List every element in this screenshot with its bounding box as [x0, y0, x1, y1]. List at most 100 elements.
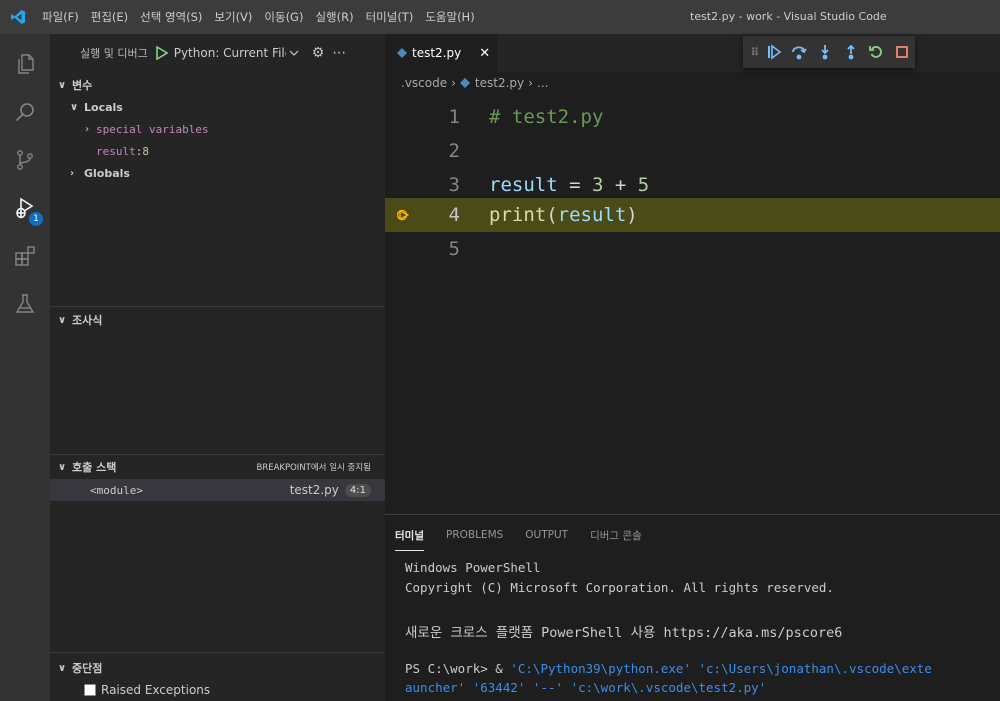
- raised-exceptions-label: Raised Exceptions: [101, 683, 211, 697]
- drag-handle-icon[interactable]: ⠿: [749, 39, 761, 65]
- menu-edit[interactable]: 편집(E): [85, 0, 134, 34]
- terminal-line: Windows PowerShell: [405, 560, 541, 575]
- locals-label: Locals: [84, 100, 123, 114]
- frame-file: test2.py: [289, 483, 339, 497]
- code-function: print: [489, 204, 547, 226]
- editor-tabs: test2.py ✕ ⠿: [385, 34, 1000, 72]
- vscode-logo-icon[interactable]: [0, 0, 36, 34]
- code-operator: =: [557, 174, 592, 196]
- variable-name: result: [96, 144, 136, 158]
- breakpoints-section-header[interactable]: ∨ 중단점: [50, 657, 385, 679]
- step-over-icon[interactable]: [787, 39, 813, 65]
- menu-run[interactable]: 실행(R): [309, 0, 359, 34]
- chevron-right-icon: ›: [528, 76, 533, 90]
- watch-section-header[interactable]: ∨ 조사식: [50, 309, 385, 331]
- call-stack-status: BREAKPOINT에서 일시 중지됨: [256, 463, 371, 473]
- editor-area: test2.py ✕ ⠿ .vscode › test2.py › ... 1 …: [385, 34, 1000, 514]
- watch-header-label: 조사식: [72, 314, 103, 327]
- line-number: 4: [448, 204, 460, 226]
- menu-help[interactable]: 도움말(H): [419, 0, 480, 34]
- chevron-down-icon: [289, 50, 299, 56]
- terminal-prompt: PS C:\work> &: [405, 661, 511, 676]
- restart-icon[interactable]: [864, 39, 890, 65]
- run-debug-header: 실행 및 디버그 Python: Current File ⚙ ⋯: [50, 34, 385, 72]
- menu-go[interactable]: 이동(G): [258, 0, 309, 34]
- breadcrumb-file[interactable]: test2.py: [475, 76, 524, 90]
- current-execution-line[interactable]: 4 print(result): [385, 198, 1000, 232]
- raised-exceptions-checkbox[interactable]: [84, 684, 96, 696]
- continue-icon[interactable]: [761, 39, 787, 65]
- run-debug-icon[interactable]: 1: [0, 184, 50, 232]
- variable-value: 8: [142, 144, 149, 158]
- terminal-line: Copyright (C) Microsoft Corporation. All…: [405, 580, 834, 595]
- chevron-down-icon: ∨: [57, 662, 67, 674]
- code-paren: ): [626, 204, 638, 226]
- breadcrumb-folder[interactable]: .vscode: [401, 76, 447, 90]
- tab-debug-console[interactable]: 디버그 콘솔: [590, 522, 642, 549]
- menu-file[interactable]: 파일(F): [36, 0, 85, 34]
- debug-badge: 1: [29, 212, 43, 226]
- code-line[interactable]: 1 # test2.py: [385, 100, 1000, 134]
- chevron-down-icon: ∨: [57, 79, 67, 91]
- debug-config-select[interactable]: Python: Current File: [174, 46, 304, 60]
- chevron-right-icon: ›: [70, 167, 75, 179]
- testing-icon[interactable]: [0, 280, 50, 328]
- python-file-icon: [459, 78, 470, 88]
- gear-icon[interactable]: ⚙: [312, 45, 325, 61]
- line-number: 3: [448, 174, 460, 196]
- special-variables-label: special variables: [96, 122, 209, 136]
- tab-problems[interactable]: PROBLEMS: [446, 523, 503, 547]
- menu-terminal[interactable]: 터미널(T): [360, 0, 420, 34]
- special-variables-row[interactable]: › special variables: [50, 118, 385, 140]
- line-number: 5: [448, 238, 460, 260]
- tab-terminal[interactable]: 터미널: [395, 522, 424, 551]
- terminal-line: 새로운 크로스 플랫폼 PowerShell 사용 https://aka.ms…: [405, 625, 843, 641]
- section-divider: [50, 652, 385, 653]
- code-operator: +: [603, 174, 638, 196]
- chevron-down-icon: ∨: [57, 461, 67, 473]
- code-line[interactable]: 5: [385, 232, 1000, 266]
- debug-toolbar: ⠿: [743, 36, 915, 68]
- breakpoint-arrow-icon[interactable]: [397, 208, 411, 222]
- window-title: test2.py - work - Visual Studio Code: [690, 10, 887, 23]
- tab-test2-py[interactable]: test2.py ✕: [385, 34, 497, 72]
- debug-sidebar: 실행 및 디버그 Python: Current File ⚙ ⋯ ∨ 변수 ∨…: [50, 34, 385, 701]
- raised-exceptions-row[interactable]: Raised Exceptions: [50, 679, 385, 701]
- code-variable: result: [489, 174, 558, 196]
- frame-name: <module>: [90, 483, 143, 497]
- variables-section-header[interactable]: ∨ 변수: [50, 74, 385, 96]
- more-actions-icon[interactable]: ⋯: [332, 45, 346, 61]
- tab-label: test2.py: [412, 46, 462, 60]
- extensions-icon[interactable]: [0, 232, 50, 280]
- source-control-icon[interactable]: [0, 136, 50, 184]
- locals-scope[interactable]: ∨ Locals: [50, 96, 385, 118]
- python-file-icon: [397, 48, 407, 58]
- terminal-command-wrap: auncher' '63442' '--' 'c:\work\.vscode\t…: [405, 680, 767, 695]
- stop-icon[interactable]: [889, 39, 915, 65]
- close-icon[interactable]: ✕: [479, 46, 490, 61]
- call-stack-frame[interactable]: <module> test2.py 4:1: [50, 479, 385, 501]
- chevron-down-icon: ∨: [57, 314, 67, 326]
- chevron-right-icon: ›: [84, 123, 91, 135]
- explorer-icon[interactable]: [0, 40, 50, 88]
- globals-scope[interactable]: › Globals: [50, 162, 385, 184]
- terminal-command-line: PS C:\work> & 'C:\Python39\python.exe' '…: [405, 661, 932, 676]
- activity-bar: 1: [0, 34, 50, 701]
- menu-view[interactable]: 보기(V): [208, 0, 258, 34]
- step-out-icon[interactable]: [838, 39, 864, 65]
- step-into-icon[interactable]: [812, 39, 838, 65]
- code-line[interactable]: 3 result = 3 + 5: [385, 168, 1000, 202]
- panel-tabs: 터미널 PROBLEMS OUTPUT 디버그 콘솔: [385, 515, 664, 555]
- call-stack-section-header[interactable]: ∨ 호출 스택 BREAKPOINT에서 일시 중지됨: [50, 456, 385, 478]
- bottom-panel: 터미널 PROBLEMS OUTPUT 디버그 콘솔 Windows Power…: [385, 514, 1000, 701]
- code-comment: # test2.py: [489, 106, 604, 128]
- start-debugging-icon[interactable]: [155, 46, 170, 60]
- variable-result-row[interactable]: result: 8: [50, 140, 385, 162]
- section-divider: [50, 454, 385, 455]
- breadcrumb-symbol[interactable]: ...: [537, 76, 548, 90]
- code-line[interactable]: 2: [385, 134, 1000, 168]
- search-icon[interactable]: [0, 88, 50, 136]
- tab-output[interactable]: OUTPUT: [525, 523, 568, 547]
- menu-selection[interactable]: 선택 영역(S): [134, 0, 208, 34]
- run-debug-title: 실행 및 디버그: [80, 47, 148, 60]
